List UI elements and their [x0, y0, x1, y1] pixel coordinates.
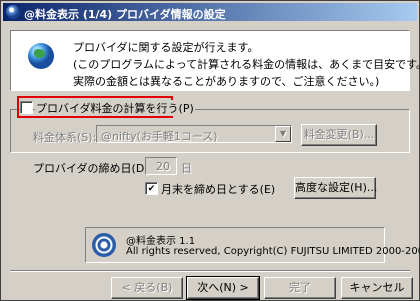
plan-label: 料金体系(S): — [33, 131, 97, 144]
finish-button[interactable]: 完了 — [264, 277, 336, 299]
back-button[interactable]: < 戻る(B) — [111, 277, 183, 299]
info-line-2: (このプログラムによって計算される料金の情報は、あくまで目安です。 — [73, 58, 420, 71]
dialog-window: @料金表示 (1/4) プロバイダ情報の設定 プロバイダに関する設定が行えます。… — [0, 0, 420, 301]
window-title: @料金表示 (1/4) プロバイダ情報の設定 — [24, 8, 226, 21]
fujitsu-logo-icon — [92, 233, 116, 257]
calc-checkbox[interactable] — [20, 101, 33, 114]
separator — [10, 270, 410, 272]
closing-day-unit: 日 — [181, 162, 192, 175]
closing-day-value: 20 — [156, 160, 170, 173]
advanced-settings-button[interactable]: 高度な設定(H)... — [294, 177, 377, 199]
info-line-1: プロバイダに関する設定が行えます。 — [73, 41, 259, 54]
cancel-button[interactable]: キャンセル — [341, 277, 413, 299]
plan-select[interactable]: @nifty(お手軽1コース) ▼ — [96, 125, 292, 143]
closing-day-label: プロバイダの締め日(D): — [33, 162, 153, 175]
plan-select-value: @nifty(お手軽1コース) — [101, 130, 218, 143]
about-panel: @料金表示 1.1 All rights reserved, Copyright… — [85, 227, 420, 263]
about-version: @料金表示 1.1 — [126, 236, 196, 247]
about-copyright: All rights reserved, Copyright(C) FUJITS… — [126, 246, 420, 257]
title-bar[interactable]: @料金表示 (1/4) プロバイダ情報の設定 — [3, 3, 417, 21]
app-icon — [6, 5, 20, 19]
info-panel: プロバイダに関する設定が行えます。 (このプログラムによって計算される料金の情報… — [10, 30, 420, 91]
info-line-3: 実際の金額とは異なることがありますので、ご注意ください。) — [73, 75, 380, 88]
month-end-checkbox[interactable] — [145, 182, 158, 195]
globe-icon — [28, 43, 54, 69]
closing-day-input[interactable]: 20 — [145, 157, 177, 175]
change-plan-button[interactable]: 料金変更(B)... — [301, 124, 377, 146]
month-end-label[interactable]: 月末を締め日とする(E) — [161, 181, 275, 197]
chevron-down-icon[interactable]: ▼ — [275, 126, 291, 142]
calc-checkbox-label[interactable]: プロバイダ料金の計算を行う(P) — [35, 100, 195, 116]
next-button[interactable]: 次へ(N) > — [186, 276, 260, 300]
